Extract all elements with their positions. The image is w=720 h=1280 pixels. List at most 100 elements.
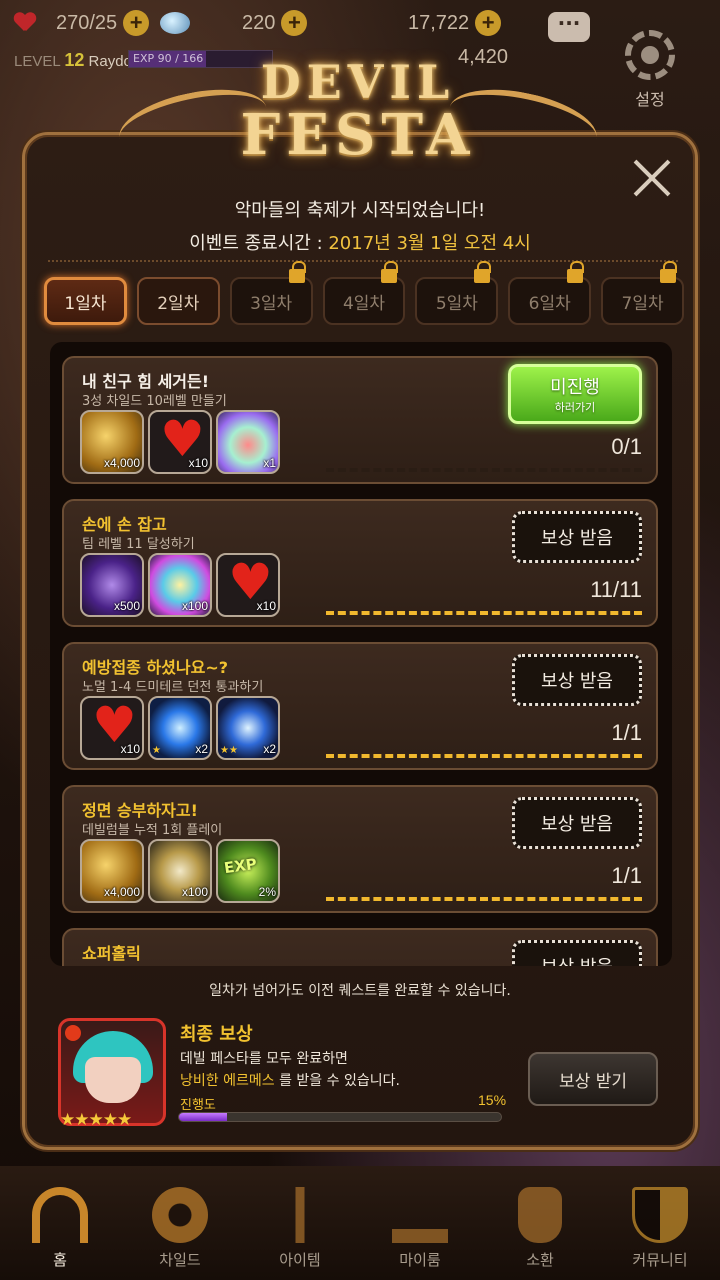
- tab-day-7[interactable]: 7일차: [601, 261, 685, 325]
- quest-card: 내 친구 힘 세거든! 3성 차일드 10레벨 만들기 x4,000 x10 x1 미진행…: [62, 356, 658, 484]
- fire-element-icon: [65, 1025, 81, 1041]
- heart-icon[interactable]: x10: [216, 553, 280, 617]
- quest-card: 정면 승부하자고! 데빌럼블 누적 1회 플레이 x4,000 x100 EXP 2% 보상…: [62, 785, 658, 913]
- add-gems-button[interactable]: +: [281, 10, 308, 36]
- portrait-face: [85, 1057, 141, 1103]
- reward-claimed-button[interactable]: 보상 받음: [512, 797, 642, 849]
- nav-community[interactable]: 커뮤니티: [600, 1166, 720, 1280]
- claim-reward-button[interactable]: 보상 받기: [528, 1052, 658, 1106]
- heart-icon[interactable]: x10: [80, 696, 144, 760]
- lock-icon: [660, 261, 678, 283]
- reward-claimed-button[interactable]: 보상 받음: [512, 654, 642, 706]
- tab-day-5[interactable]: 5일차: [415, 261, 499, 325]
- quest-list: 내 친구 힘 세거든! 3성 차일드 10레벨 만들기 x4,000 x10 x1 미진행…: [50, 342, 672, 966]
- event-end-time: 이벤트 종료시간 : 2017년 3월 1일 오전 4시: [0, 229, 720, 255]
- quest-button-label: 보상 받음: [541, 814, 613, 835]
- quest-title: 정면 승부하자고!: [82, 801, 198, 820]
- quest-button-label: 보상 받음: [541, 671, 613, 692]
- lock-icon: [381, 261, 399, 283]
- silver-coin-icon[interactable]: x100: [148, 839, 212, 903]
- quest-progress-bar: [326, 754, 642, 758]
- final-progress-bar: [178, 1112, 502, 1122]
- final-reward-desc-2: 낭비한 에르메스 를 받을 수 있습니다.: [180, 1070, 400, 1090]
- quest-card: 쇼퍼홀릭 보상 받음: [62, 928, 658, 966]
- progress-percent: 15%: [478, 1092, 507, 1108]
- nav-label: 차일드: [159, 1251, 201, 1269]
- add-gold-button[interactable]: +: [475, 10, 502, 36]
- reward-items: x4,000 x10 x1: [80, 410, 280, 474]
- quest-description: 3성 차일드 10레벨 만들기: [82, 394, 227, 409]
- item-count: x1: [263, 456, 276, 470]
- final-reward-title: 최종 보상: [180, 1024, 253, 1045]
- tab-label: 2일차: [157, 293, 200, 314]
- reward-claimed-button[interactable]: 보상 받음: [512, 511, 642, 563]
- gems-resource: 220 +: [160, 10, 308, 36]
- blue-gem-icon[interactable]: ★★ x2: [216, 696, 280, 760]
- prism-orb-icon[interactable]: x100: [148, 553, 212, 617]
- final-reward-desc-1: 데빌 페스타를 모두 완료하면: [180, 1051, 348, 1067]
- hearts-value: 270/25: [56, 11, 118, 34]
- rarity-stars: ★★★★★: [60, 1110, 132, 1130]
- item-count: x4,000: [103, 456, 140, 470]
- item-stars: ★★: [220, 745, 238, 756]
- bottom-navigation: 홈 차일드 아이템 마이룸 소환 커뮤니티: [0, 1166, 720, 1280]
- tab-day-6[interactable]: 6일차: [508, 261, 592, 325]
- go-quest-button[interactable]: 미진행 하러가기: [508, 364, 642, 424]
- rainbow-drop-icon[interactable]: x1: [216, 410, 280, 474]
- final-progress-fill: [179, 1113, 228, 1121]
- quest-title: 쇼퍼홀릭: [82, 944, 141, 963]
- lock-icon: [288, 261, 306, 283]
- quest-title: 예방접종 하셨나요~?: [82, 658, 229, 677]
- nav-label: 홈: [53, 1251, 67, 1269]
- settings-button[interactable]: 설정: [620, 30, 680, 110]
- heart-icon[interactable]: x10: [148, 410, 212, 474]
- devil-festa-logo: DEVIL FESTA: [108, 48, 608, 188]
- day-tabs: 1일차 2일차 3일차 4일차 5일차 6일차 7일차: [44, 261, 685, 327]
- end-time-value: 2017년 3월 1일 오전 4시: [328, 233, 531, 254]
- quest-title: 내 친구 힘 세거든!: [82, 372, 210, 391]
- add-hearts-button[interactable]: +: [123, 10, 150, 36]
- chat-button[interactable]: ···: [548, 12, 590, 42]
- item-icon: [272, 1187, 328, 1243]
- myroom-icon: [392, 1199, 448, 1243]
- quest-progress-bar: [326, 897, 642, 901]
- quest-button-label: 보상 받음: [541, 953, 613, 966]
- quest-card: 손에 손 잡고팀 레벨 11 달성하기 x500 x100 x10 보상 받음 11/11: [62, 499, 658, 627]
- user-exp-icon[interactable]: EXP 2%: [216, 839, 280, 903]
- gold-value: 17,722: [408, 11, 470, 34]
- item-count: x2: [263, 742, 276, 756]
- tab-day-1[interactable]: 1일차: [44, 277, 127, 325]
- hearts-resource: 270/25 +: [14, 10, 150, 36]
- close-icon[interactable]: [630, 156, 674, 200]
- quest-button-label: 미진행: [550, 377, 600, 398]
- reward-claimed-button[interactable]: 보상 받음: [512, 940, 642, 966]
- tab-day-4[interactable]: 4일차: [322, 261, 406, 325]
- nav-item[interactable]: 아이템: [240, 1166, 360, 1280]
- nav-summon[interactable]: 소환: [480, 1166, 600, 1280]
- tab-day-3[interactable]: 3일차: [229, 261, 313, 325]
- tab-label: 7일차: [621, 293, 664, 314]
- summon-icon: [518, 1187, 562, 1243]
- item-count: x100: [181, 599, 208, 613]
- gems-value: 220: [242, 11, 276, 34]
- item-count: x10: [120, 742, 140, 756]
- nav-myroom[interactable]: 마이룸: [360, 1166, 480, 1280]
- item-count: x10: [188, 456, 208, 470]
- reward-items: x4,000 x100 EXP 2%: [80, 839, 280, 903]
- tab-day-2[interactable]: 2일차: [136, 277, 220, 325]
- nav-label: 아이템: [279, 1251, 321, 1269]
- heart-icon: [14, 13, 36, 33]
- gold-coins-icon[interactable]: x4,000: [80, 839, 144, 903]
- nav-child[interactable]: 차일드: [120, 1166, 240, 1280]
- lock-icon: [567, 261, 585, 283]
- progress-label: 진행도: [180, 1098, 216, 1113]
- purple-crystal-icon[interactable]: x500: [80, 553, 144, 617]
- final-reward-section: ★★★★★ 최종 보상 데빌 페스타를 모두 완료하면 낭비한 에르메스 를 받…: [58, 1018, 664, 1134]
- item-count: x10: [256, 599, 276, 613]
- end-time-label: 이벤트 종료시간 :: [189, 233, 329, 254]
- nav-home[interactable]: 홈: [0, 1166, 120, 1280]
- level-value: 12: [64, 50, 85, 70]
- quest-progress-text: 0/1: [611, 434, 642, 459]
- blue-gem-icon[interactable]: ★ x2: [148, 696, 212, 760]
- gold-coins-icon[interactable]: x4,000: [80, 410, 144, 474]
